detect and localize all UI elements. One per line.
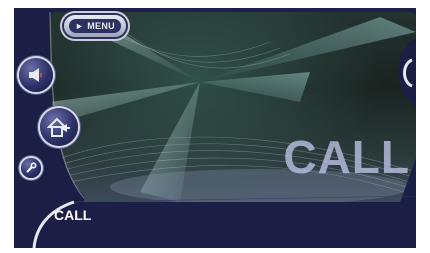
phone-screen: CALL ► MENU CALL	[14, 8, 416, 248]
background-visual: CALL	[50, 12, 416, 202]
current-screen-label: CALL	[54, 207, 92, 223]
settings-button[interactable]	[21, 158, 41, 178]
play-arrow-icon: ►	[75, 21, 85, 31]
menu-button-inner: ► MENU	[69, 19, 121, 33]
home-back-icon	[47, 117, 70, 137]
right-frame-decoration	[398, 38, 416, 208]
wrench-icon	[26, 162, 37, 173]
menu-button[interactable]: ► MENU	[64, 15, 126, 37]
speaker-icon	[29, 68, 42, 82]
home-button[interactable]	[40, 108, 78, 146]
menu-label: MENU	[87, 21, 115, 31]
audio-button[interactable]	[19, 58, 53, 92]
